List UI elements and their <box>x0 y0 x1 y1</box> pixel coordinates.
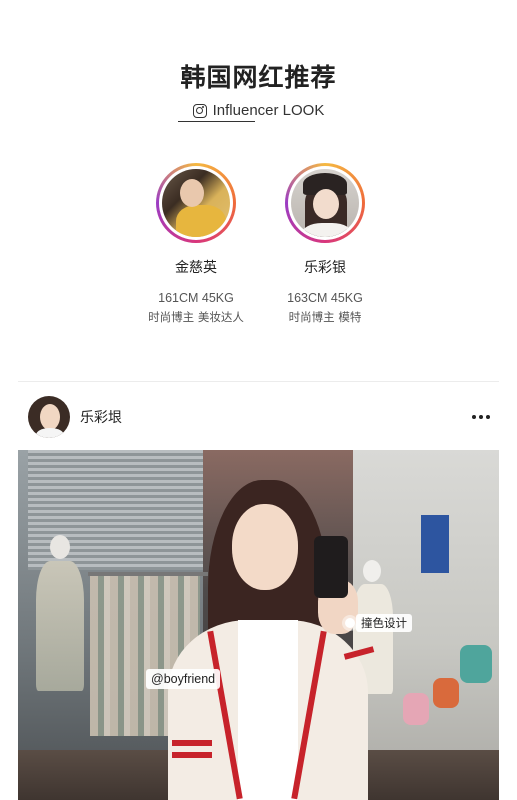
divider <box>18 381 499 382</box>
influencer-stats: 163CM 45KG <box>287 291 363 305</box>
mannequin <box>36 535 84 745</box>
subtitle-row: Influencer LOOK <box>0 102 517 119</box>
user-tag-handle[interactable]: @boyfriend <box>146 669 221 689</box>
page-title: 韩国网红推荐 <box>180 63 337 92</box>
influencer-name: 乐彩银 <box>304 260 346 276</box>
post-header: 乐彩垠 <box>28 395 490 439</box>
influencer-card-2[interactable]: 乐彩银 163CM 45KG 时尚博主 模特 <box>245 163 405 325</box>
section-header: 韩国网红推荐 Influencer LOOK <box>0 58 517 119</box>
subtitle: Influencer LOOK <box>212 102 325 119</box>
avatar-ring <box>285 163 365 243</box>
product-tag-design[interactable]: 撞色设计 <box>356 614 412 632</box>
model-figure <box>168 480 375 800</box>
avatar-ring <box>156 163 236 243</box>
avatar[interactable] <box>291 169 359 237</box>
tag-dot[interactable] <box>345 618 355 628</box>
post-photo[interactable]: 撞色设计 @boyfriend <box>18 450 499 800</box>
influencer-tags: 时尚博主 模特 <box>288 310 362 324</box>
instagram-icon <box>192 103 207 118</box>
post-avatar[interactable] <box>28 396 70 438</box>
avatar[interactable] <box>162 169 230 237</box>
wall-poster <box>421 515 449 573</box>
phone <box>314 536 348 598</box>
title-underline <box>178 121 255 122</box>
post-username[interactable]: 乐彩垠 <box>80 407 122 427</box>
more-horizontal-icon[interactable] <box>472 415 490 419</box>
